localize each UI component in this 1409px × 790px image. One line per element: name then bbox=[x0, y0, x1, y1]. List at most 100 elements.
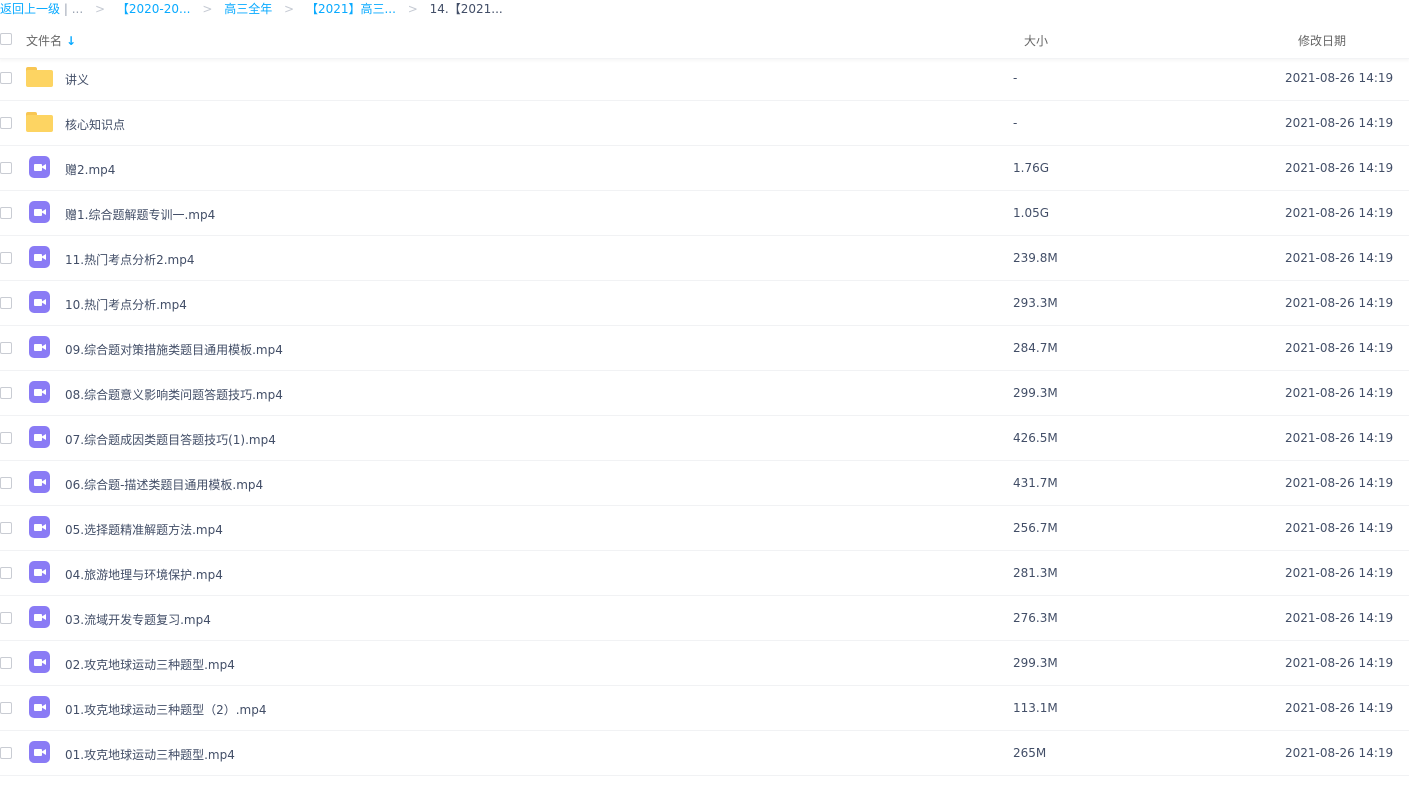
file-size: 1.05G bbox=[1013, 206, 1050, 220]
video-file-icon bbox=[28, 201, 50, 223]
file-row[interactable]: 10.热门考点分析.mp4 293.3M 2021-08-26 14:19 bbox=[0, 281, 1409, 326]
row-checkbox[interactable] bbox=[0, 297, 12, 309]
file-size: 1.76G bbox=[1013, 161, 1050, 175]
file-list: 课堂笔记-2021-08-26 14:19讲义-2021-08-26 14:19… bbox=[0, 11, 1409, 776]
file-date: 2021-08-26 14:19 bbox=[1285, 746, 1394, 760]
file-date: 2021-08-26 14:19 bbox=[1285, 206, 1394, 220]
file-date: 2021-08-26 14:19 bbox=[1285, 251, 1394, 265]
file-name[interactable]: 02.攻克地球运动三种题型.mp4 bbox=[65, 656, 235, 673]
file-date: 2021-08-26 14:19 bbox=[1285, 116, 1394, 130]
file-name[interactable]: 赠1.综合题解题专训一.mp4 bbox=[65, 206, 215, 223]
file-name[interactable]: 01.攻克地球运动三种题型（2）.mp4 bbox=[65, 701, 266, 718]
row-checkbox[interactable] bbox=[0, 522, 12, 534]
file-row[interactable]: 07.综合题成因类题目答题技巧(1).mp4 426.5M 2021-08-26 1… bbox=[0, 416, 1409, 461]
column-header-size[interactable]: 大小 bbox=[1024, 32, 1048, 49]
video-file-icon bbox=[28, 741, 50, 763]
file-size: - bbox=[1013, 116, 1018, 130]
file-name[interactable]: 03.流域开发专题复习.mp4 bbox=[65, 611, 211, 628]
file-date: 2021-08-26 14:19 bbox=[1285, 611, 1394, 625]
file-size: 426.5M bbox=[1013, 431, 1058, 445]
file-row[interactable]: 02.攻克地球运动三种题型.mp4 299.3M 2021-08-26 14:19 bbox=[0, 641, 1409, 686]
row-checkbox[interactable] bbox=[0, 567, 12, 579]
file-list-header: 文件名 ↓ 大小 修改日期 bbox=[0, 20, 1409, 59]
file-size: 281.3M bbox=[1013, 566, 1058, 580]
folder-icon bbox=[26, 66, 53, 88]
file-size: 256.7M bbox=[1013, 521, 1058, 535]
row-checkbox[interactable] bbox=[0, 252, 12, 264]
video-file-icon bbox=[28, 156, 50, 178]
row-checkbox[interactable] bbox=[0, 72, 12, 84]
file-row[interactable]: 01.攻克地球运动三种题型（2）.mp4 113.1M 2021-08-26 14:… bbox=[0, 686, 1409, 731]
file-size: 299.3M bbox=[1013, 656, 1058, 670]
file-name[interactable]: 05.选择题精准解题方法.mp4 bbox=[65, 521, 223, 538]
file-date: 2021-08-26 14:19 bbox=[1285, 296, 1394, 310]
file-name[interactable]: 赠2.mp4 bbox=[65, 161, 115, 178]
row-checkbox[interactable] bbox=[0, 657, 12, 669]
row-checkbox[interactable] bbox=[0, 117, 12, 129]
file-name[interactable]: 01.攻克地球运动三种题型.mp4 bbox=[65, 746, 235, 763]
row-checkbox[interactable] bbox=[0, 432, 12, 444]
select-all-checkbox[interactable] bbox=[0, 33, 12, 45]
video-file-icon bbox=[28, 696, 50, 718]
file-size: 239.8M bbox=[1013, 251, 1058, 265]
file-row[interactable]: 04.旅游地理与环境保护.mp4 281.3M 2021-08-26 14:19 bbox=[0, 551, 1409, 596]
file-name[interactable]: 10.热门考点分析.mp4 bbox=[65, 296, 187, 313]
video-file-icon bbox=[28, 606, 50, 628]
file-name[interactable]: 讲义 bbox=[65, 71, 89, 88]
file-date: 2021-08-26 14:19 bbox=[1285, 431, 1394, 445]
file-row[interactable]: 11.热门考点分析2.mp4 239.8M 2021-08-26 14:19 bbox=[0, 236, 1409, 281]
video-file-icon bbox=[28, 246, 50, 268]
file-name[interactable]: 08.综合题意义影响类问题答题技巧.mp4 bbox=[65, 386, 283, 403]
file-date: 2021-08-26 14:19 bbox=[1285, 386, 1394, 400]
file-name[interactable]: 09.综合题对策措施类题目通用模板.mp4 bbox=[65, 341, 283, 358]
file-size: 265M bbox=[1013, 746, 1047, 760]
file-date: 2021-08-26 14:19 bbox=[1285, 566, 1394, 580]
file-name[interactable]: 11.热门考点分析2.mp4 bbox=[65, 251, 194, 268]
file-row[interactable]: 赠2.mp4 1.76G 2021-08-26 14:19 bbox=[0, 146, 1409, 191]
row-checkbox[interactable] bbox=[0, 702, 12, 714]
file-size: 293.3M bbox=[1013, 296, 1058, 310]
file-date: 2021-08-26 14:19 bbox=[1285, 161, 1394, 175]
file-name[interactable]: 核心知识点 bbox=[65, 116, 125, 133]
video-file-icon bbox=[28, 516, 50, 538]
row-checkbox[interactable] bbox=[0, 387, 12, 399]
file-date: 2021-08-26 14:19 bbox=[1285, 656, 1394, 670]
file-size: - bbox=[1013, 71, 1018, 85]
video-file-icon bbox=[28, 381, 50, 403]
video-file-icon bbox=[28, 471, 50, 493]
file-row[interactable]: 核心知识点 - 2021-08-26 14:19 bbox=[0, 101, 1409, 146]
file-size: 431.7M bbox=[1013, 476, 1058, 490]
file-row[interactable]: 赠1.综合题解题专训一.mp4 1.05G 2021-08-26 14:19 bbox=[0, 191, 1409, 236]
video-file-icon bbox=[28, 561, 50, 583]
file-name[interactable]: 06.综合题-描述类题目通用模板.mp4 bbox=[65, 476, 263, 493]
file-date: 2021-08-26 14:19 bbox=[1285, 341, 1394, 355]
row-checkbox[interactable] bbox=[0, 747, 12, 759]
row-checkbox[interactable] bbox=[0, 207, 12, 219]
file-name[interactable]: 07.综合题成因类题目答题技巧(1).mp4 bbox=[65, 431, 276, 448]
row-checkbox[interactable] bbox=[0, 477, 12, 489]
video-file-icon bbox=[28, 336, 50, 358]
file-row[interactable]: 讲义 - 2021-08-26 14:19 bbox=[0, 56, 1409, 101]
sort-down-icon[interactable]: ↓ bbox=[66, 34, 76, 48]
video-file-icon bbox=[28, 651, 50, 673]
folder-icon bbox=[26, 111, 53, 133]
file-name[interactable]: 04.旅游地理与环境保护.mp4 bbox=[65, 566, 223, 583]
file-date: 2021-08-26 14:19 bbox=[1285, 701, 1394, 715]
video-file-icon bbox=[28, 291, 50, 313]
row-checkbox[interactable] bbox=[0, 342, 12, 354]
column-header-name[interactable]: 文件名 ↓ bbox=[26, 32, 76, 49]
file-date: 2021-08-26 14:19 bbox=[1285, 476, 1394, 490]
file-row[interactable]: 05.选择题精准解题方法.mp4 256.7M 2021-08-26 14:19 bbox=[0, 506, 1409, 551]
file-row[interactable]: 03.流域开发专题复习.mp4 276.3M 2021-08-26 14:19 bbox=[0, 596, 1409, 641]
file-size: 113.1M bbox=[1013, 701, 1058, 715]
file-date: 2021-08-26 14:19 bbox=[1285, 521, 1394, 535]
file-row[interactable]: 06.综合题-描述类题目通用模板.mp4 431.7M 2021-08-26 14:… bbox=[0, 461, 1409, 506]
file-row[interactable]: 09.综合题对策措施类题目通用模板.mp4 284.7M 2021-08-26 14… bbox=[0, 326, 1409, 371]
row-checkbox[interactable] bbox=[0, 612, 12, 624]
file-row[interactable]: 01.攻克地球运动三种题型.mp4 265M 2021-08-26 14:19 bbox=[0, 731, 1409, 776]
row-checkbox[interactable] bbox=[0, 162, 12, 174]
file-row[interactable]: 08.综合题意义影响类问题答题技巧.mp4 299.3M 2021-08-26 14… bbox=[0, 371, 1409, 416]
video-file-icon bbox=[28, 426, 50, 448]
file-size: 299.3M bbox=[1013, 386, 1058, 400]
column-header-date[interactable]: 修改日期 bbox=[1298, 32, 1346, 49]
